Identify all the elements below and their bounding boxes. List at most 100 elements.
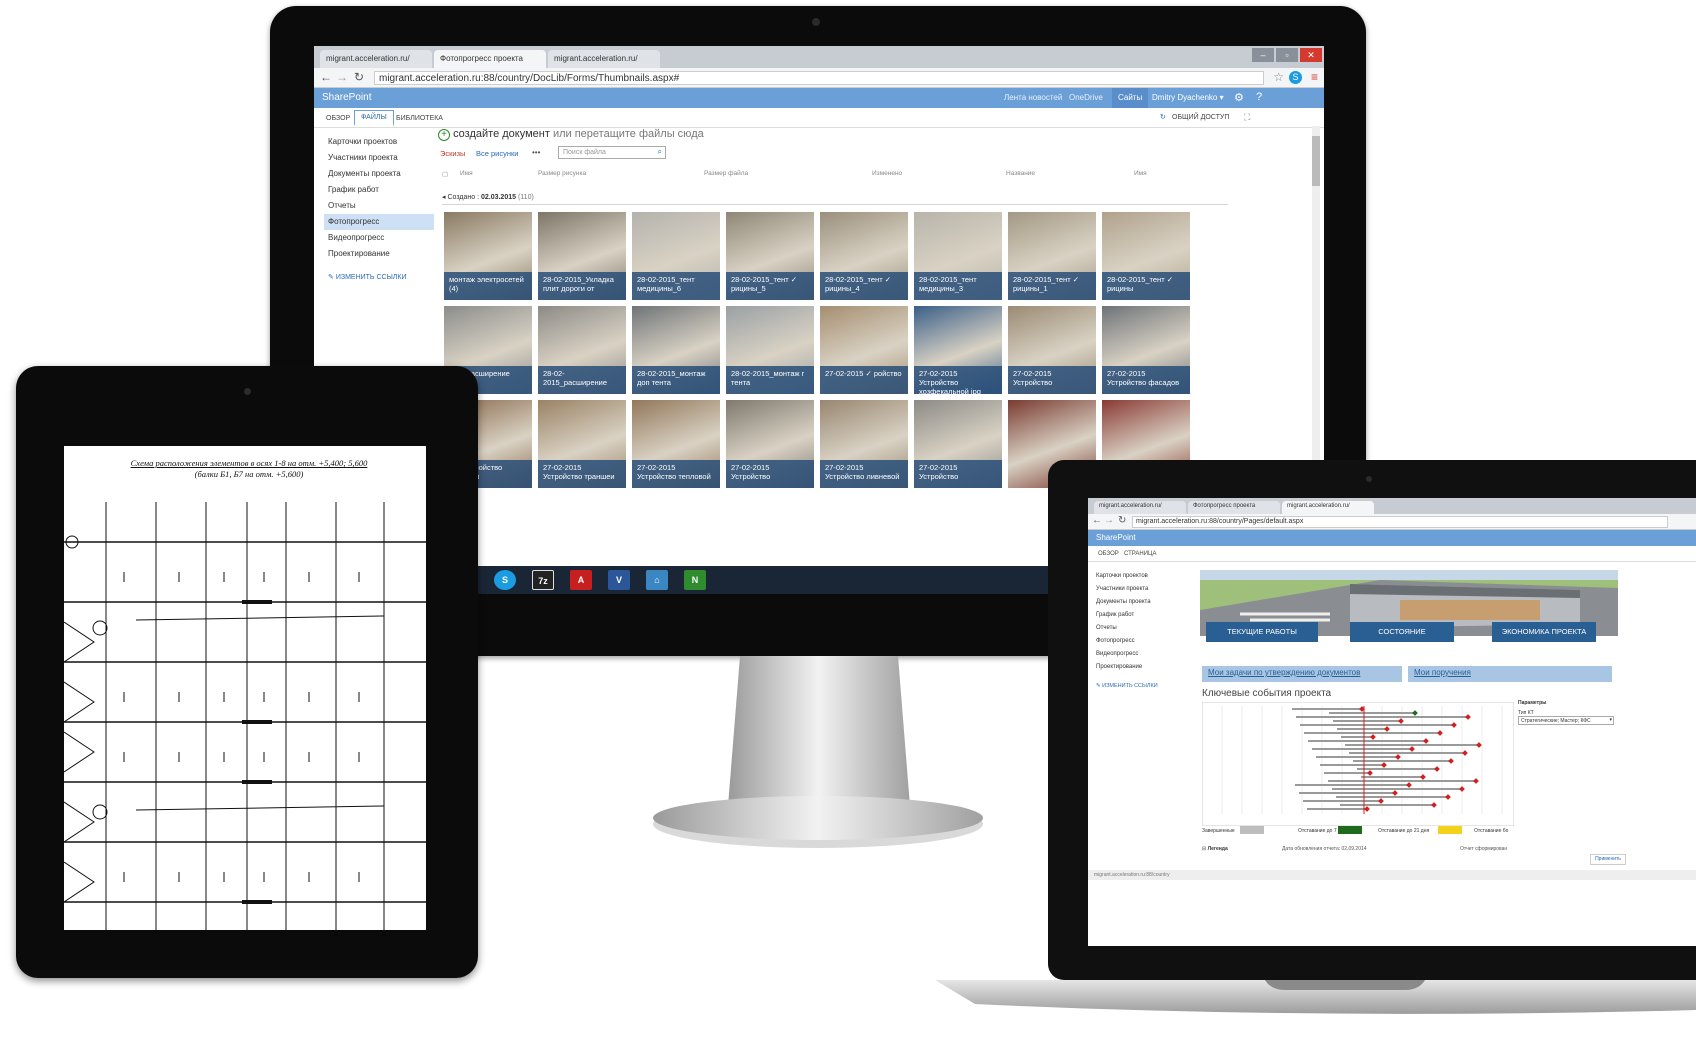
network-icon[interactable]: ⌂ (646, 570, 668, 590)
photo-thumbnail[interactable]: 28-02-2015_тент ✓ рицины_5 (726, 212, 814, 300)
project-economics-button[interactable]: ЭКОНОМИКА ПРОЕКТА (1492, 622, 1596, 642)
photo-thumbnail[interactable]: 27-02-2015 Устройство фасадов (1102, 306, 1190, 394)
forward-icon[interactable]: → (336, 70, 348, 84)
apply-button[interactable]: Применить (1590, 854, 1626, 865)
nav-item-projects[interactable]: Карточки проектов (324, 134, 434, 150)
search-icon[interactable]: ⌕ (658, 147, 662, 157)
group-header[interactable]: ◂ Создано : 02.03.2015 (110) (442, 193, 1228, 205)
photo-thumbnail[interactable]: 28-02-2015_тент медицины_3 (914, 212, 1002, 300)
nav-item-documents[interactable]: Документы проекта (1096, 596, 1186, 609)
nav-item-videoprogress[interactable]: Видеопрогресс (324, 230, 434, 246)
back-icon[interactable]: ← (320, 70, 332, 84)
tab-browse[interactable]: ОБЗОР (320, 112, 356, 125)
legend-toggle[interactable]: ⊟ Легенда (1202, 846, 1228, 852)
back-icon[interactable]: ← (1092, 515, 1102, 526)
forward-icon[interactable]: → (1104, 515, 1114, 526)
skype-icon[interactable]: S (1289, 71, 1302, 84)
col-title[interactable]: Название (1006, 170, 1035, 177)
nav-item-photoprogress[interactable]: Фотопрогресс (324, 214, 434, 230)
tab-page[interactable]: СТРАНИЦА (1118, 548, 1163, 560)
col-name[interactable]: Имя (460, 170, 473, 177)
photo-thumbnail[interactable]: 28-02-2015_тент ✓ рицины (1102, 212, 1190, 300)
photo-thumbnail[interactable]: 28-02-2015_тент медицины_6 (632, 212, 720, 300)
photo-thumbnail[interactable]: 27-02-2015 Устройство ливневой (820, 400, 908, 488)
nav-item-reports[interactable]: Отчеты (1096, 622, 1186, 635)
close-icon[interactable]: ✕ (1300, 48, 1322, 62)
share-icon[interactable]: ↻ (1160, 113, 1166, 121)
focus-icon[interactable]: ⛶ (1244, 112, 1250, 123)
current-works-button[interactable]: ТЕКУЩИЕ РАБОТЫ (1206, 622, 1318, 642)
scrollbar-thumb[interactable] (1312, 136, 1320, 186)
browser-tab-active[interactable]: Фотопрогресс проекта (434, 50, 546, 68)
edit-links[interactable]: ✎ ИЗМЕНИТЬ ССЫЛКИ (1096, 680, 1186, 693)
nav-item-schedule[interactable]: График работ (324, 182, 434, 198)
nav-item-participants[interactable]: Участники проекта (1096, 583, 1186, 596)
photo-thumbnail[interactable]: монтаж электросетей (4) (444, 212, 532, 300)
menu-icon[interactable]: ≡ (1311, 70, 1318, 84)
photo-thumbnail[interactable]: 27-02-2015 Устройство траншеи (538, 400, 626, 488)
user-menu[interactable]: Dmitry Dyachenko ▾ (1152, 93, 1224, 102)
gear-icon[interactable]: ⚙ (1234, 91, 1244, 104)
construction-status-button[interactable]: СОСТОЯНИЕ СТРОИТЕЛЬСТВА (1350, 622, 1454, 656)
nav-item-photoprogress[interactable]: Фотопрогресс (1096, 635, 1186, 648)
skype-icon[interactable]: S (494, 570, 516, 590)
star-icon[interactable]: ☆ (1273, 70, 1284, 84)
nav-item-projects[interactable]: Карточки проектов (1096, 570, 1186, 583)
photo-thumbnail[interactable]: 28-02-2015_тент ✓ рицины_4 (820, 212, 908, 300)
photo-thumbnail[interactable]: 28-02-2015_монтаж доп тента (632, 306, 720, 394)
top-link-onedrive[interactable]: OneDrive (1069, 93, 1103, 102)
reload-icon[interactable]: ↻ (1118, 515, 1126, 526)
visio-icon[interactable]: V (608, 570, 630, 590)
my-assignments-link[interactable]: Мои поручения (1408, 666, 1612, 682)
photo-thumbnail[interactable]: 27-02-2015 Устройство (914, 400, 1002, 488)
view-all-pictures[interactable]: Все рисунки (476, 149, 518, 158)
nav-item-design[interactable]: Проектирование (324, 246, 434, 262)
more-icon[interactable]: ••• (532, 148, 540, 157)
search-input[interactable]: Поиск файла ⌕ (558, 146, 666, 159)
photo-thumbnail[interactable]: 27-02-2015 Устройство тепловой (632, 400, 720, 488)
col-file-size[interactable]: Размер файла (704, 170, 748, 177)
tab-files[interactable]: ФАЙЛЫ (354, 110, 394, 126)
new-document-bar[interactable]: + создайте документ или перетащите файлы… (438, 128, 704, 141)
share-button[interactable]: ОБЩИЙ ДОСТУП (1172, 114, 1229, 121)
tab-library[interactable]: БИБЛИОТЕКА (390, 112, 449, 125)
browser-tab-active[interactable]: migrant.acceleration.ru/ (1282, 501, 1374, 514)
help-icon[interactable]: ? (1256, 91, 1262, 103)
photo-thumbnail[interactable]: 27-02-2015 Устройство (1008, 306, 1096, 394)
minimize-icon[interactable]: – (1252, 48, 1274, 62)
top-link-sites[interactable]: Сайты (1112, 88, 1149, 108)
view-thumbnails[interactable]: Эскизы (440, 149, 465, 158)
nav-item-documents[interactable]: Документы проекта (324, 166, 434, 182)
photo-thumbnail[interactable]: 27-02-2015 Устройство хозфекальной jpg 1… (914, 306, 1002, 394)
nav-item-videoprogress[interactable]: Видеопрогресс (1096, 648, 1186, 661)
nav-item-reports[interactable]: Отчеты (324, 198, 434, 214)
url-field[interactable]: migrant.acceleration.ru:88/country/DocLi… (374, 71, 1264, 85)
top-link-news[interactable]: Лента новостей (1004, 93, 1062, 102)
photo-thumbnail[interactable]: 28-02- 2015_расширение (538, 306, 626, 394)
nav-item-schedule[interactable]: График работ (1096, 609, 1186, 622)
sharepoint-brand[interactable]: SharePoint (322, 92, 371, 103)
url-field[interactable]: migrant.acceleration.ru:88/country/Pages… (1132, 516, 1668, 528)
col-image-size[interactable]: Размер рисунка (538, 170, 586, 177)
photo-thumbnail[interactable]: 28-02-2015_тент ✓ рицины_1 (1008, 212, 1096, 300)
type-select[interactable]: Стратегические; Мастер; КФС ▾ (1518, 716, 1614, 725)
browser-tab[interactable]: migrant.acceleration.ru/ (548, 50, 660, 68)
browser-tab[interactable]: migrant.acceleration.ru/ (1094, 501, 1186, 514)
photo-thumbnail[interactable]: 28-02-2015_Укладка плит дороги от (538, 212, 626, 300)
sharepoint-brand[interactable]: SharePoint (1096, 533, 1136, 542)
new-document-link[interactable]: создайте документ (453, 128, 550, 140)
pdf-icon[interactable]: A (570, 570, 592, 590)
nav-item-participants[interactable]: Участники проекта (324, 150, 434, 166)
edit-links[interactable]: ✎ ИЗМЕНИТЬ ССЫЛКИ (324, 270, 434, 286)
photo-thumbnail[interactable]: 28-02-2015_монтаж г тента (726, 306, 814, 394)
7zip-icon[interactable]: 7z (532, 570, 554, 590)
browser-tab[interactable]: migrant.acceleration.ru/ (320, 50, 432, 68)
reload-icon[interactable]: ↻ (354, 70, 364, 84)
photo-thumbnail[interactable]: 27-02-2015 Устройство (726, 400, 814, 488)
col-modified[interactable]: Изменено (872, 170, 902, 177)
maximize-icon[interactable]: ▫ (1276, 48, 1298, 62)
my-approval-tasks-link[interactable]: Мои задачи по утверждению документов (1202, 666, 1402, 682)
app-icon[interactable]: N (684, 570, 706, 590)
col-name-2[interactable]: Имя (1134, 170, 1147, 177)
nav-item-design[interactable]: Проектирование (1096, 661, 1186, 674)
